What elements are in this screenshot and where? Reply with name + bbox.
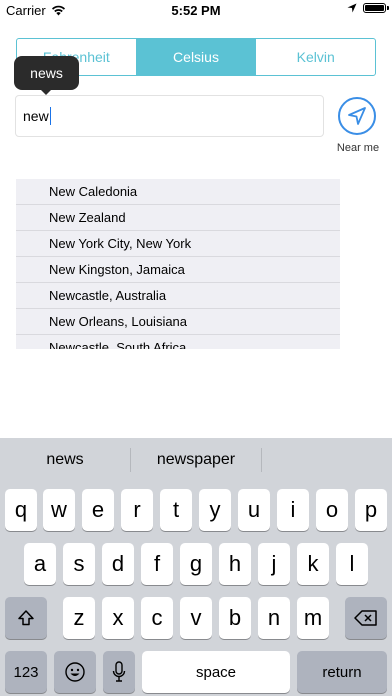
key-w[interactable]: w (43, 489, 75, 531)
key-r[interactable]: r (121, 489, 153, 531)
numbers-key[interactable]: 123 (5, 651, 47, 693)
prediction-1[interactable]: news (0, 451, 130, 469)
key-t[interactable]: t (160, 489, 192, 531)
key-g[interactable]: g (180, 543, 212, 585)
return-key[interactable]: return (297, 651, 387, 693)
key-row-1: q w e r t y u i o p (0, 489, 392, 531)
text-caret (49, 107, 52, 125)
search-input-value: new (23, 108, 49, 124)
suggestion-item[interactable]: New Zealand (16, 205, 340, 231)
battery-icon (363, 3, 389, 13)
key-d[interactable]: d (102, 543, 134, 585)
prediction-2[interactable]: newspaper (131, 451, 261, 469)
suggestion-item[interactable]: New Caledonia (16, 179, 340, 205)
key-i[interactable]: i (277, 489, 309, 531)
key-x[interactable]: x (102, 597, 134, 639)
key-row-4: 123 space return (0, 651, 392, 693)
status-right (347, 3, 389, 13)
suggestion-item[interactable]: Newcastle, South Africa (16, 335, 340, 349)
key-n[interactable]: n (258, 597, 290, 639)
status-bar: Carrier 5:52 PM (0, 0, 392, 22)
emoji-icon (65, 662, 85, 682)
key-row-3: z x c v b n m (0, 597, 392, 639)
location-services-icon (347, 3, 357, 13)
key-f[interactable]: f (141, 543, 173, 585)
key-h[interactable]: h (219, 543, 251, 585)
key-z[interactable]: z (63, 597, 95, 639)
key-l[interactable]: l (336, 543, 368, 585)
key-j[interactable]: j (258, 543, 290, 585)
key-c[interactable]: c (141, 597, 173, 639)
emoji-key[interactable] (54, 651, 96, 693)
near-me-button[interactable] (338, 97, 376, 135)
backspace-key[interactable] (345, 597, 387, 639)
shift-icon (18, 610, 34, 626)
key-k[interactable]: k (297, 543, 329, 585)
on-screen-keyboard: news newspaper q w e r t y u i o p a s d… (0, 438, 392, 696)
suggestion-item[interactable]: New Orleans, Louisiana (16, 309, 340, 335)
key-m[interactable]: m (297, 597, 329, 639)
key-q[interactable]: q (5, 489, 37, 531)
segment-kelvin[interactable]: Kelvin (256, 39, 375, 75)
autocorrect-tooltip[interactable]: news (14, 56, 79, 90)
key-row-2: a s d f g h j k l (0, 543, 392, 585)
key-v[interactable]: v (180, 597, 212, 639)
shift-key[interactable] (5, 597, 47, 639)
space-key[interactable]: space (142, 651, 290, 693)
key-p[interactable]: p (355, 489, 387, 531)
location-search-input[interactable]: new (15, 95, 324, 137)
predictive-bar: news newspaper (0, 438, 392, 482)
key-u[interactable]: u (238, 489, 270, 531)
near-me-label: Near me (336, 142, 380, 154)
prediction-divider (261, 448, 262, 472)
status-time: 5:52 PM (171, 3, 221, 18)
key-y[interactable]: y (199, 489, 231, 531)
microphone-icon (112, 661, 126, 682)
key-e[interactable]: e (82, 489, 114, 531)
key-o[interactable]: o (316, 489, 348, 531)
location-arrow-icon (348, 107, 366, 125)
suggestion-item[interactable]: New York City, New York (16, 231, 340, 257)
key-b[interactable]: b (219, 597, 251, 639)
key-a[interactable]: a (24, 543, 56, 585)
segment-celsius[interactable]: Celsius (136, 39, 257, 75)
suggestion-item[interactable]: New Kingston, Jamaica (16, 257, 340, 283)
dictation-key[interactable] (103, 651, 135, 693)
backspace-icon (354, 610, 377, 626)
suggestion-item[interactable]: Newcastle, Australia (16, 283, 340, 309)
suggestion-list: New Caledonia New Zealand New York City,… (16, 179, 340, 349)
key-s[interactable]: s (63, 543, 95, 585)
